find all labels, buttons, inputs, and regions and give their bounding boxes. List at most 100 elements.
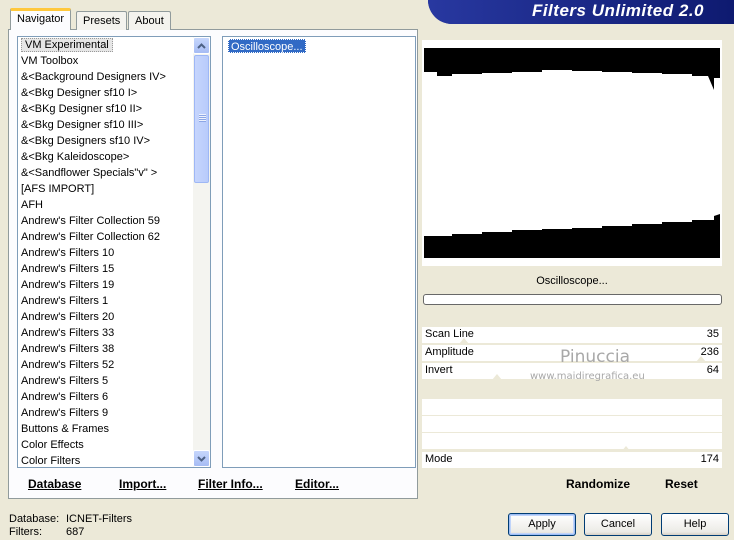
apply-button[interactable]: Apply: [508, 513, 576, 536]
preview-filter-name: Oscilloscope...: [536, 275, 608, 287]
progress-bar: [423, 294, 722, 305]
category-item[interactable]: Andrew's Filter Collection 62: [18, 229, 210, 245]
category-item-label: Andrew's Filters 15: [21, 263, 115, 275]
param-value: 64: [706, 364, 719, 376]
watermark-name: Pinuccia: [560, 347, 630, 367]
category-item-label: Andrew's Filter Collection 62: [21, 231, 161, 243]
status-filters-label: Filters:: [9, 526, 42, 538]
randomize-button[interactable]: Randomize: [566, 477, 630, 491]
category-item[interactable]: Andrew's Filter Collection 59: [18, 213, 210, 229]
category-item-label: Andrew's Filters 52: [21, 359, 115, 371]
tab-about[interactable]: About: [128, 11, 171, 30]
preview-image: [422, 40, 722, 266]
slider-thumb[interactable]: [621, 446, 631, 452]
category-item-label: Andrew's Filters 33: [21, 327, 115, 339]
category-item-label: Andrew's Filters 20: [21, 311, 115, 323]
param-empty-row: [422, 398, 722, 415]
category-item-label: Andrew's Filters 19: [21, 279, 115, 291]
category-item-label: Andrew's Filters 38: [21, 343, 115, 355]
category-item-label: &<Background Designers IV>: [21, 71, 166, 83]
category-item[interactable]: Andrew's Filters 6: [18, 389, 210, 405]
status-filters-value: 687: [66, 526, 85, 538]
category-item[interactable]: Buttons & Frames: [18, 421, 210, 437]
category-item[interactable]: &<Bkg Designers sf10 IV>: [18, 133, 210, 149]
category-item-label: Andrew's Filters 9: [21, 407, 109, 419]
param-mode-slider[interactable]: Mode 174: [422, 446, 722, 468]
param-slider[interactable]: Scan Line 35: [422, 326, 722, 344]
reset-button[interactable]: Reset: [665, 477, 698, 491]
category-item[interactable]: Andrew's Filters 1: [18, 293, 210, 309]
category-item[interactable]: Color Filters: [18, 453, 210, 467]
category-item[interactable]: Andrew's Filters 19: [18, 277, 210, 293]
param-mode-value: 174: [700, 453, 719, 465]
scroll-thumb[interactable]: [194, 55, 209, 183]
tab-navigator[interactable]: Navigator: [10, 8, 72, 30]
category-item-label: &<Sandflower Specials"v" >: [21, 167, 158, 179]
category-item[interactable]: Andrew's Filters 20: [18, 309, 210, 325]
filter-list[interactable]: Oscilloscope...: [222, 36, 416, 468]
category-item-label: Color Filters: [21, 455, 81, 467]
category-item[interactable]: Andrew's Filters 5: [18, 373, 210, 389]
category-item[interactable]: Andrew's Filters 52: [18, 357, 210, 373]
category-item-label: &<Bkg Designer sf10 III>: [21, 119, 144, 131]
category-item[interactable]: AFH: [18, 197, 210, 213]
category-item[interactable]: Color Effects: [18, 437, 210, 453]
category-item[interactable]: &<Bkg Designer sf10 I>: [18, 85, 210, 101]
category-item[interactable]: &<Background Designers IV>: [18, 69, 210, 85]
scroll-down-button[interactable]: [193, 450, 210, 467]
filter-info-button[interactable]: Filter Info...: [198, 477, 263, 491]
editor-button[interactable]: Editor...: [295, 477, 339, 491]
scroll-up-button[interactable]: [193, 37, 210, 54]
category-item-label: VM Toolbox: [21, 55, 79, 67]
category-item[interactable]: VM Toolbox: [18, 53, 210, 69]
database-button[interactable]: Database: [28, 477, 81, 491]
category-item-label: AFH: [21, 199, 43, 211]
category-item-label: [AFS IMPORT]: [21, 183, 95, 195]
category-item[interactable]: Andrew's Filters 9: [18, 405, 210, 421]
category-item-label: &<Bkg Designers sf10 IV>: [21, 135, 151, 147]
category-item-label: &<Bkg Designer sf10 I>: [21, 87, 138, 99]
title-banner: Filters Unlimited 2.0: [428, 0, 734, 24]
category-scrollbar[interactable]: [193, 37, 210, 467]
cancel-button[interactable]: Cancel: [584, 513, 652, 536]
import-button[interactable]: Import...: [119, 477, 166, 491]
category-item[interactable]: Andrew's Filters 38: [18, 341, 210, 357]
category-item[interactable]: &<BKg Designer sf10 II>: [18, 101, 210, 117]
category-item[interactable]: [AFS IMPORT]: [18, 181, 210, 197]
oscilloscope-preview-graphic: [424, 48, 720, 258]
category-item-label: Andrew's Filter Collection 59: [21, 215, 161, 227]
category-item[interactable]: &<Bkg Designer sf10 III>: [18, 117, 210, 133]
param-empty-row: [422, 415, 722, 432]
filter-item-oscilloscope[interactable]: Oscilloscope...: [228, 39, 306, 53]
category-item-label: Andrew's Filters 6: [21, 391, 109, 403]
category-item-label: Andrew's Filters 5: [21, 375, 109, 387]
category-item[interactable]: Andrew's Filters 33: [18, 325, 210, 341]
category-item-label: VM Experimental: [21, 38, 113, 52]
category-item-label: Andrew's Filters 1: [21, 295, 109, 307]
param-mode-label: Mode: [425, 453, 453, 465]
help-button[interactable]: Help: [661, 513, 729, 536]
param-label: Invert: [425, 364, 453, 376]
chevron-down-icon: [197, 455, 206, 462]
category-item-label: Color Effects: [21, 439, 84, 451]
category-item-label: Buttons & Frames: [21, 423, 110, 435]
category-list[interactable]: VM Experimental VM Toolbox &<Background De…: [17, 36, 211, 468]
status-database-value: ICNET-Filters: [66, 513, 132, 525]
chevron-up-icon: [197, 42, 206, 49]
category-items: VM Experimental VM Toolbox &<Background De…: [18, 37, 210, 467]
category-item[interactable]: Andrew's Filters 10: [18, 245, 210, 261]
status-database-label: Database:: [9, 513, 60, 525]
category-item-label: Andrew's Filters 10: [21, 247, 115, 259]
category-item[interactable]: &<Sandflower Specials"v" >: [18, 165, 210, 181]
param-value: 35: [706, 328, 719, 340]
tab-presets[interactable]: Presets: [76, 11, 128, 30]
param-empty-row: [422, 432, 722, 449]
category-item[interactable]: &<Bkg Kaleidoscope>: [18, 149, 210, 165]
watermark-url: www.maidiregrafica.eu: [530, 371, 645, 382]
category-item-label: &<BKg Designer sf10 II>: [21, 103, 143, 115]
slider-thumb[interactable]: [492, 374, 502, 380]
grip-icon: [199, 114, 206, 122]
category-item[interactable]: VM Experimental: [18, 37, 210, 53]
category-item-label: &<Bkg Kaleidoscope>: [21, 151, 130, 163]
category-item[interactable]: Andrew's Filters 15: [18, 261, 210, 277]
